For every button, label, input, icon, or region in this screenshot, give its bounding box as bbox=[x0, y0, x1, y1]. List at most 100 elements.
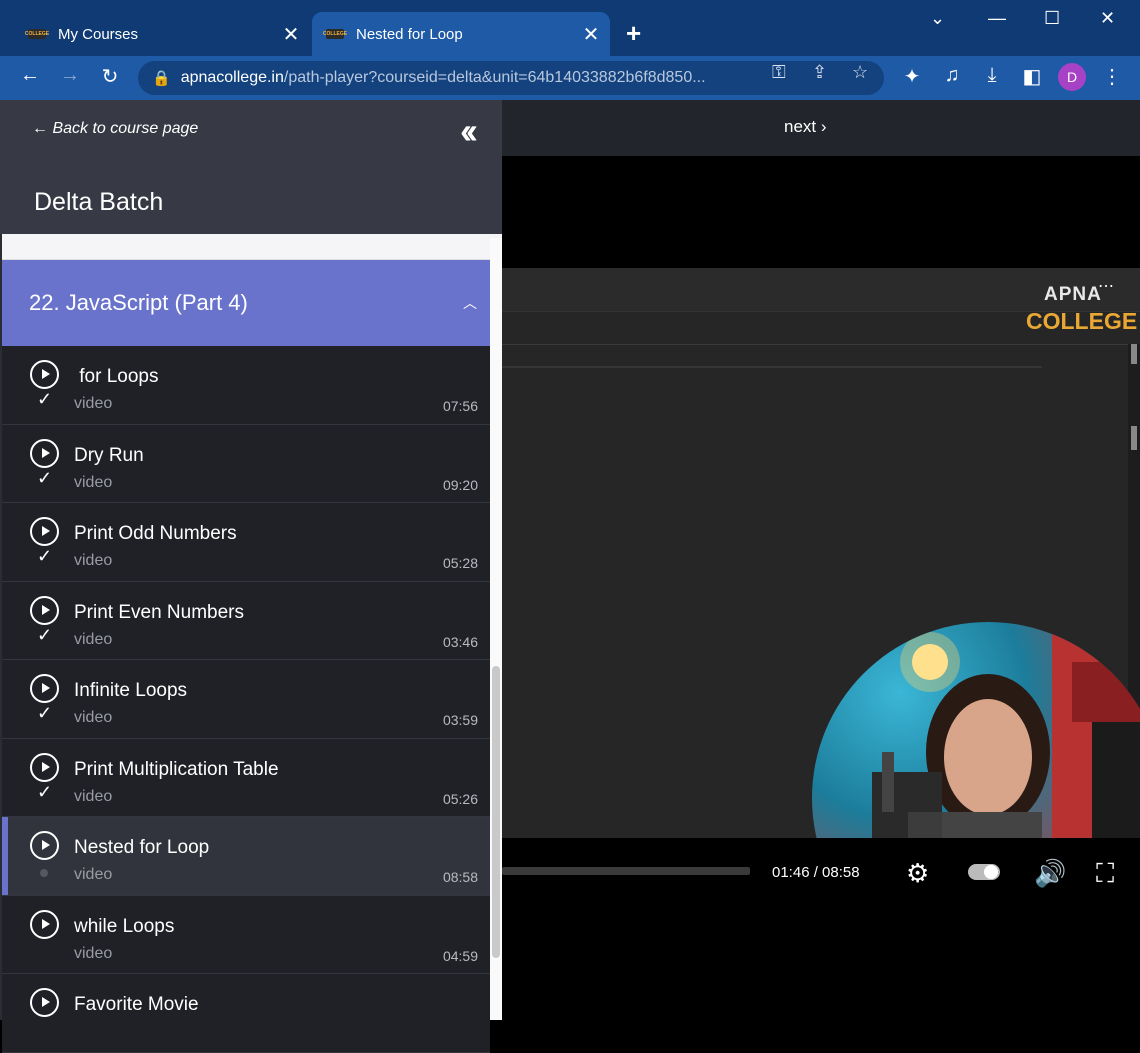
play-circle-icon bbox=[30, 438, 59, 468]
lesson-title: Print Multiplication Table bbox=[74, 758, 279, 780]
lesson-title: Print Odd Numbers bbox=[74, 523, 237, 544]
forward-arrow-icon[interactable]: → bbox=[56, 64, 84, 87]
minimize-icon[interactable]: — bbox=[988, 8, 1006, 29]
tab-search-chevron-icon[interactable]: ⌄ bbox=[930, 8, 945, 29]
section-header[interactable]: 22. JavaScript (Part 4) ︿ bbox=[2, 260, 490, 346]
collapse-sidebar-icon[interactable]: ‹‹ bbox=[460, 110, 478, 152]
time-display: 01:46 / 08:58 bbox=[772, 864, 860, 881]
lesson-type: video bbox=[74, 552, 113, 569]
sidebar-scrollbar-thumb[interactable] bbox=[492, 666, 500, 958]
lesson-item[interactable]: ✓ Print Odd Numbers video 05:28 bbox=[2, 503, 490, 582]
checkmark-icon: ✓ bbox=[37, 389, 53, 409]
divider-strip bbox=[2, 234, 502, 260]
lesson-title: Print Even Numbers bbox=[74, 601, 245, 623]
fullscreen-icon[interactable]: ⛶ bbox=[1096, 858, 1114, 890]
lesson-duration: 08:58 bbox=[442, 869, 478, 885]
logo-college: COLLEGE bbox=[1026, 308, 1138, 334]
lesson-list: ✓ for Loops video 07:56 ✓ Dry Run video 09:20 ✓… bbox=[2, 346, 490, 1053]
back-arrow-icon[interactable]: ← bbox=[16, 64, 44, 87]
lesson-item[interactable]: ✓ Infinite Loops video 03:59 bbox=[2, 660, 490, 739]
lesson-item[interactable]: ✓ for Loops video 07:56 bbox=[2, 346, 490, 425]
settings-gear-icon[interactable]: ⚙ bbox=[906, 858, 929, 889]
checkmark-icon: ✓ bbox=[37, 781, 53, 802]
lesson-item[interactable]: Favorite Movie bbox=[2, 974, 490, 1053]
section-title: 22. JavaScript (Part 4) bbox=[29, 290, 248, 315]
chevron-up-icon: ︿ bbox=[463, 295, 477, 311]
key-icon[interactable]: ⚿ bbox=[772, 62, 786, 83]
sidebar-header: ← Back to course page ‹‹ Delta Batch bbox=[0, 100, 502, 234]
maximize-icon[interactable]: ☐ bbox=[1044, 8, 1060, 29]
lesson-duration: 09:20 bbox=[442, 476, 478, 493]
download-icon[interactable]: ⤓ bbox=[978, 64, 1006, 87]
close-tab-icon[interactable]: ✕ bbox=[578, 22, 604, 47]
lock-icon: 🔒 bbox=[152, 70, 171, 87]
lesson-title: Favorite Movie bbox=[74, 994, 199, 1015]
tab-title: My Courses bbox=[58, 25, 139, 43]
play-circle-icon bbox=[30, 517, 59, 546]
next-button[interactable]: next › bbox=[784, 117, 827, 137]
tab-my-courses[interactable]: COLLEGE My Courses ✕ bbox=[14, 12, 310, 56]
lesson-type: video bbox=[74, 395, 113, 412]
tab-strip: COLLEGE My Courses ✕ COLLEGE Nested for … bbox=[0, 0, 1140, 56]
star-bookmark-icon[interactable]: ☆ bbox=[852, 62, 868, 83]
lesson-item[interactable]: ✓ Print Even Numbers video 03:46 bbox=[2, 581, 490, 660]
share-icon[interactable]: ⇪ bbox=[812, 62, 827, 83]
video-frame-line bbox=[502, 344, 1140, 345]
lesson-title: Nested for Loop bbox=[74, 837, 210, 858]
play-circle-icon bbox=[30, 360, 59, 389]
side-panel-icon[interactable]: ◧ bbox=[1018, 64, 1046, 89]
lesson-item[interactable]: Nested for Loop video 08:58 bbox=[2, 817, 490, 896]
in-progress-dot-icon bbox=[40, 869, 48, 877]
profile-avatar[interactable]: D bbox=[1058, 63, 1086, 91]
lesson-item[interactable]: ✓ Dry Run video 09:20 bbox=[2, 424, 490, 503]
lesson-type: video bbox=[74, 866, 113, 883]
volume-icon[interactable]: 🔊 bbox=[1034, 858, 1066, 889]
media-playlist-icon[interactable]: ♫ bbox=[938, 64, 966, 87]
player-topbar: next › bbox=[502, 100, 1140, 156]
url-path: /path-player?courseid=delta&unit=64b1403… bbox=[283, 69, 706, 86]
close-tab-icon[interactable]: ✕ bbox=[278, 22, 304, 47]
url-host: apnacollege.in bbox=[180, 69, 284, 86]
play-circle-icon bbox=[30, 674, 59, 703]
logo-apna: APNA bbox=[1044, 284, 1102, 305]
video-progress-bar[interactable] bbox=[502, 867, 750, 875]
lesson-type: video bbox=[74, 630, 113, 648]
course-sidebar: ← Back to course page ‹‹ Delta Batch 22.… bbox=[0, 100, 502, 1053]
new-tab-plus-icon[interactable]: + bbox=[626, 18, 641, 49]
instructor-webcam bbox=[812, 622, 1140, 838]
lesson-duration: 05:28 bbox=[442, 555, 478, 571]
lesson-type: video bbox=[74, 473, 113, 491]
play-circle-icon bbox=[30, 909, 59, 939]
checkmark-icon: ✓ bbox=[37, 624, 53, 645]
lesson-item[interactable]: while Loops video 04:59 bbox=[2, 895, 490, 974]
checkmark-icon: ✓ bbox=[37, 467, 53, 488]
reload-icon[interactable]: ↻ bbox=[96, 64, 124, 89]
tab-title: Nested for Loop bbox=[356, 25, 463, 43]
lesson-title: for Loops bbox=[74, 366, 159, 387]
checkmark-icon: ✓ bbox=[37, 703, 53, 723]
lesson-type: video bbox=[74, 787, 113, 805]
tab-nested-for-loop[interactable]: COLLEGE Nested for Loop ✕ bbox=[312, 12, 610, 56]
lesson-duration: 04:59 bbox=[442, 947, 478, 964]
more-menu-icon[interactable]: ⋮ bbox=[1098, 64, 1126, 89]
back-to-course-link[interactable]: ← Back to course page bbox=[32, 120, 198, 138]
lesson-duration: 03:59 bbox=[442, 712, 478, 728]
lesson-duration: 07:56 bbox=[442, 398, 478, 414]
close-window-icon[interactable]: ✕ bbox=[1100, 8, 1115, 29]
lesson-title: Dry Run bbox=[74, 444, 144, 466]
play-circle-icon bbox=[30, 831, 59, 860]
toggle-knob bbox=[984, 865, 998, 879]
lesson-duration: 05:26 bbox=[442, 790, 478, 807]
lesson-title: Infinite Loops bbox=[74, 680, 188, 701]
play-circle-icon bbox=[30, 752, 59, 782]
lesson-type: video bbox=[74, 709, 113, 726]
lesson-duration: 03:46 bbox=[442, 633, 478, 650]
lesson-title: while Loops bbox=[74, 915, 175, 937]
lesson-type: video bbox=[74, 944, 113, 962]
autoplay-toggle[interactable] bbox=[968, 864, 1000, 880]
lesson-item[interactable]: ✓ Print Multiplication Table video 05:26 bbox=[2, 738, 490, 817]
extensions-puzzle-icon[interactable]: ✦ bbox=[898, 64, 926, 89]
college-favicon-icon: COLLEGE bbox=[322, 29, 348, 39]
video-frame-line bbox=[502, 366, 1042, 368]
browser-toolbar: ← → ↻ 🔒 apnacollege.in /path-player?cour… bbox=[0, 56, 1140, 100]
